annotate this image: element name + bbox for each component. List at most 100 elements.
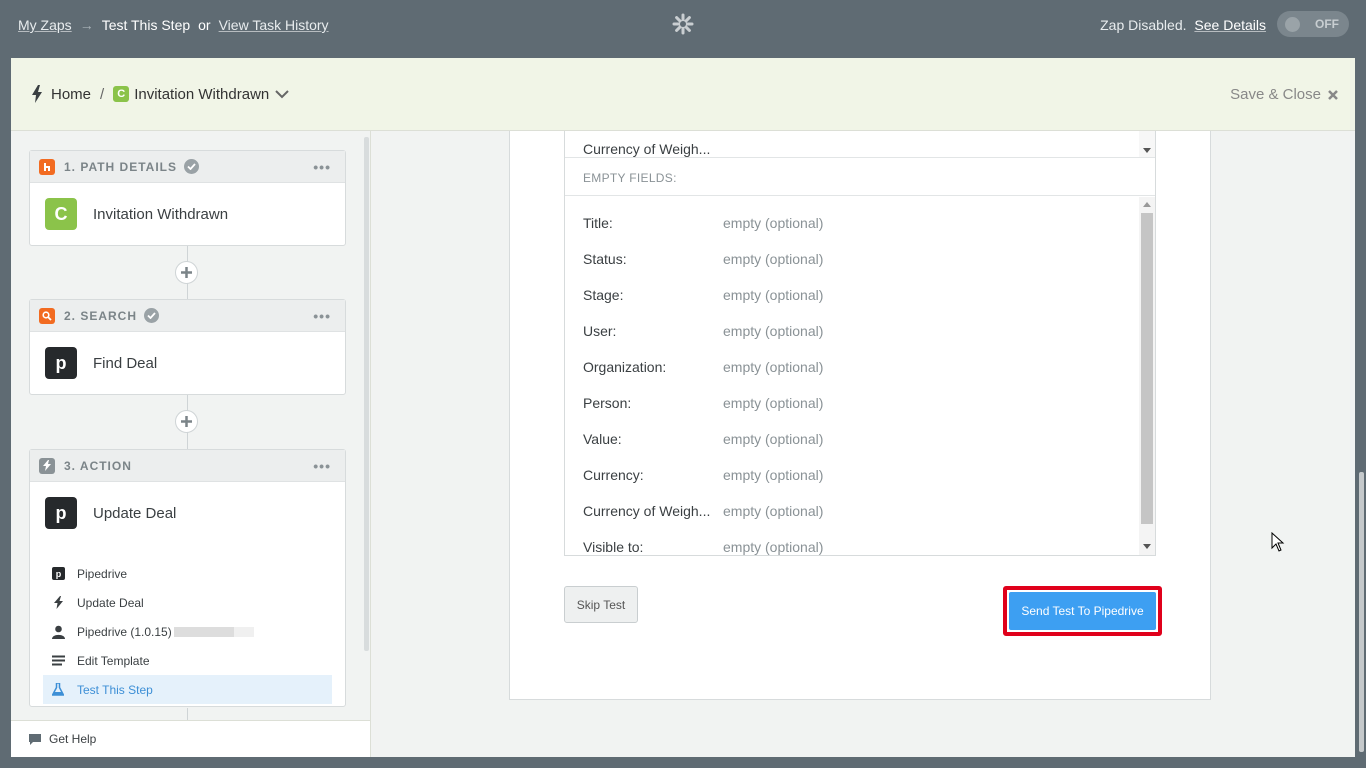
- editor-header: Home / C Invitation Withdrawn Save & Clo…: [11, 58, 1355, 131]
- field-value: empty (optional): [723, 215, 824, 231]
- zap-status-text: Zap Disabled.: [1100, 17, 1187, 33]
- step-title: 1. PATH DETAILS: [64, 159, 178, 174]
- pipedrive-icon: p: [45, 347, 77, 379]
- top-breadcrumb: My Zaps → Test This Step or View Task Hi…: [18, 17, 329, 33]
- sub-item-label: Pipedrive: [77, 566, 128, 581]
- sub-item-app[interactable]: p Pipedrive: [43, 559, 332, 588]
- field-value: empty (optional): [723, 251, 824, 267]
- field-key: Title:: [583, 215, 613, 231]
- field-value: empty (optional): [723, 287, 824, 303]
- main-scrollbar[interactable]: [1359, 472, 1364, 752]
- home-link[interactable]: Home: [51, 86, 91, 103]
- step-body: C Invitation Withdrawn: [30, 183, 345, 245]
- mouse-cursor-icon: [1271, 532, 1285, 552]
- editor-breadcrumb: Home / C Invitation Withdrawn: [31, 85, 290, 103]
- field-row: Person: empty (optional): [583, 395, 823, 411]
- more-options-icon[interactable]: •••: [313, 159, 331, 175]
- check-icon: [184, 159, 200, 174]
- test-panel: Currency of Weigh... EMPTY FIELDS: Title…: [509, 131, 1211, 700]
- field-key: Currency of Weigh...: [583, 503, 711, 519]
- field-key: Status:: [583, 251, 627, 267]
- bolt-icon: [51, 596, 65, 610]
- more-options-icon[interactable]: •••: [313, 458, 331, 474]
- see-details-link[interactable]: See Details: [1194, 17, 1266, 33]
- step-card-search[interactable]: 2. SEARCH ••• p Find Deal: [29, 299, 346, 395]
- bolt-icon: [32, 85, 42, 103]
- sub-item-template[interactable]: Edit Template: [43, 646, 332, 675]
- zapier-logo-icon[interactable]: [672, 13, 694, 35]
- field-key: Currency of Weigh...: [583, 141, 711, 157]
- chevron-down-icon[interactable]: [274, 89, 290, 99]
- step-title: 2. SEARCH: [64, 308, 138, 323]
- step-title: 3. ACTION: [64, 458, 132, 473]
- pipedrive-icon: p: [45, 497, 77, 529]
- pipedrive-icon: p: [51, 567, 65, 581]
- redacted-account-name: [173, 626, 254, 637]
- zap-name[interactable]: Invitation Withdrawn: [134, 86, 269, 103]
- user-icon: [51, 625, 65, 639]
- step-app-name: Invitation Withdrawn: [93, 205, 229, 223]
- field-value: empty (optional): [723, 467, 824, 483]
- bolt-icon: [39, 457, 55, 474]
- zap-status: Zap Disabled. See Details: [1100, 17, 1266, 33]
- send-test-button[interactable]: Send Test To Pipedrive: [1009, 592, 1156, 630]
- scrollbar-upper[interactable]: [1139, 131, 1155, 157]
- field-row: Title: empty (optional): [583, 215, 823, 231]
- fields-box: Currency of Weigh... EMPTY FIELDS: Title…: [564, 131, 1156, 556]
- field-row: Currency of Weigh... empty (optional): [583, 503, 823, 519]
- field-key: Currency:: [583, 467, 644, 483]
- field-key: Organization:: [583, 359, 667, 375]
- scroll-down-icon[interactable]: [1143, 148, 1151, 153]
- field-key: Value:: [583, 431, 622, 447]
- step-card-action[interactable]: 3. ACTION ••• p Update Deal p Pipedrive …: [29, 449, 346, 707]
- check-icon: [144, 308, 160, 323]
- add-step-button[interactable]: [175, 410, 198, 433]
- field-value: empty (optional): [723, 431, 824, 447]
- skip-test-button[interactable]: Skip Test: [564, 586, 638, 623]
- field-row: Stage: empty (optional): [583, 287, 823, 303]
- sub-item-test[interactable]: Test This Step: [43, 675, 332, 704]
- top-bar: My Zaps → Test This Step or View Task Hi…: [0, 0, 1366, 49]
- or-label: or: [198, 17, 211, 33]
- task-history-link[interactable]: View Task History: [219, 17, 329, 33]
- sub-item-account[interactable]: Pipedrive (1.0.15): [43, 617, 332, 646]
- breadcrumb-separator: /: [100, 85, 105, 103]
- field-row: User: empty (optional): [583, 323, 823, 339]
- get-help-button[interactable]: Get Help: [11, 720, 370, 757]
- scroll-down-icon[interactable]: [1143, 544, 1151, 549]
- toggle-label: OFF: [1315, 17, 1339, 31]
- field-key: Stage:: [583, 287, 624, 303]
- send-test-highlight: Send Test To Pipedrive: [1003, 586, 1162, 636]
- step-header: 2. SEARCH •••: [30, 300, 345, 332]
- zap-toggle[interactable]: OFF: [1277, 11, 1349, 37]
- step-body: p Update Deal: [30, 482, 345, 544]
- sub-item-label: Pipedrive (1.0.15): [77, 624, 172, 639]
- main-content: Currency of Weigh... EMPTY FIELDS: Title…: [372, 131, 1364, 757]
- scroll-up-icon[interactable]: [1143, 202, 1151, 207]
- scrollbar-thumb[interactable]: [1141, 213, 1153, 524]
- step-connector: [187, 708, 188, 720]
- plus-icon: [181, 416, 192, 427]
- field-value: empty (optional): [723, 359, 824, 375]
- my-zaps-link[interactable]: My Zaps: [18, 17, 72, 33]
- step-app-name: Find Deal: [93, 354, 158, 372]
- plus-icon: [181, 267, 192, 278]
- chat-icon: [29, 733, 41, 745]
- sub-item-action[interactable]: Update Deal: [43, 588, 332, 617]
- sub-item-label: Edit Template: [77, 653, 150, 668]
- sidebar-scrollbar[interactable]: [364, 137, 369, 651]
- fields-scrollbar[interactable]: [1139, 197, 1155, 555]
- save-close-button[interactable]: Save & Close: [1230, 86, 1339, 103]
- step-card-path-details[interactable]: 1. PATH DETAILS ••• C Invitation Withdra…: [29, 150, 346, 246]
- empty-fields-header: EMPTY FIELDS:: [565, 157, 1155, 196]
- close-icon: [1328, 89, 1338, 100]
- step-header: 1. PATH DETAILS •••: [30, 151, 345, 183]
- field-row: Value: empty (optional): [583, 431, 823, 447]
- add-step-button[interactable]: [175, 261, 198, 284]
- editor-frame: Home / C Invitation Withdrawn Save & Clo…: [11, 58, 1364, 757]
- field-value: empty (optional): [723, 539, 824, 555]
- search-icon: [39, 307, 55, 324]
- sub-item-label: Test This Step: [77, 682, 153, 697]
- step-app-name: Update Deal: [93, 504, 177, 522]
- more-options-icon[interactable]: •••: [313, 308, 331, 324]
